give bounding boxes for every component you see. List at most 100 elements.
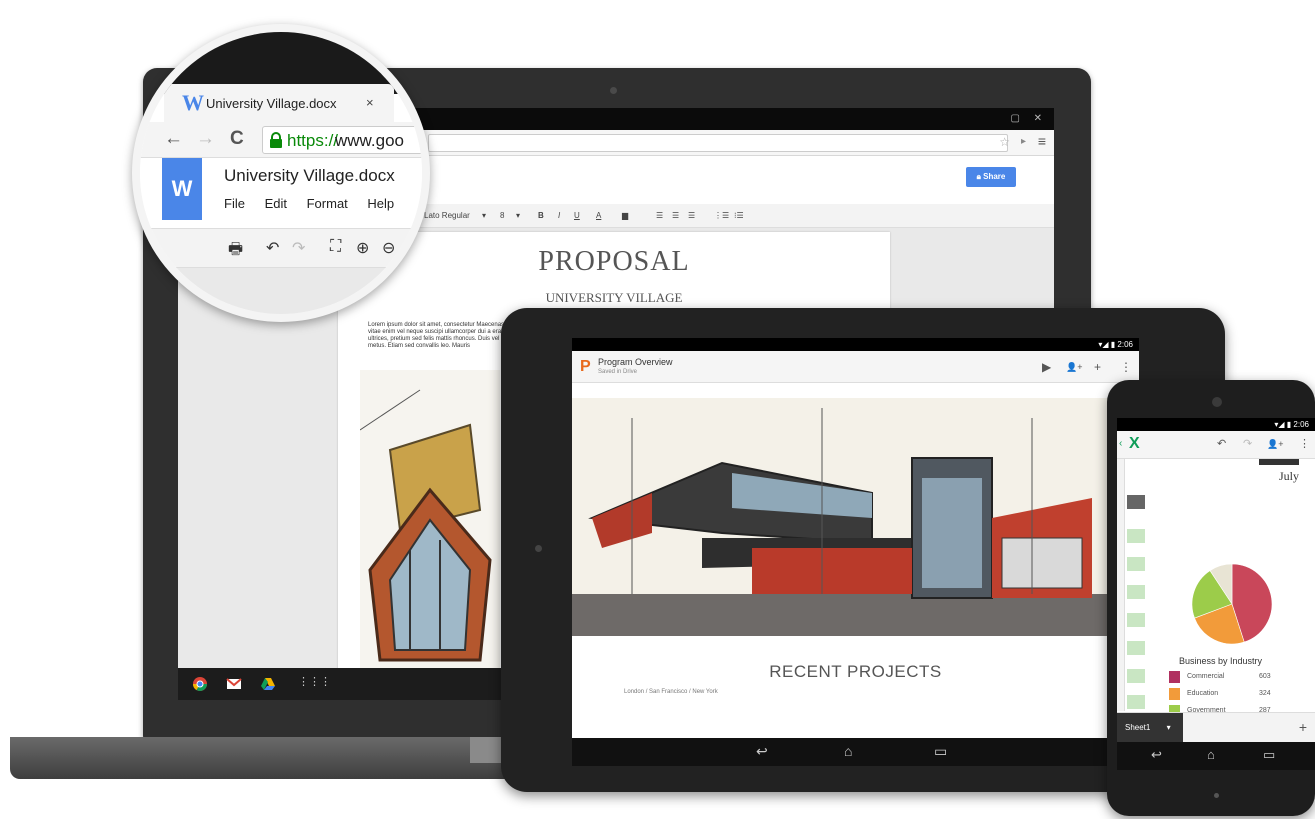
numbered-list-icon[interactable]: ⋮☰ <box>714 211 729 220</box>
zoomed-docs-header: W University Village.docx File Edit Form… <box>140 158 422 228</box>
align-right-icon[interactable]: ☰ <box>688 211 695 220</box>
chrome-icon[interactable] <box>192 676 208 692</box>
undo-icon[interactable]: ↶ <box>266 238 279 258</box>
nav-home-icon[interactable]: ⌂ <box>1207 747 1215 762</box>
sheet-tab-bar: Sheet1 ▾ + <box>1117 712 1315 743</box>
address-bar[interactable] <box>428 134 1008 152</box>
zoom-out-icon[interactable]: ⊖ <box>382 238 395 258</box>
laptop-camera <box>610 87 617 94</box>
italic-button[interactable]: I <box>558 211 560 220</box>
bulleted-list-icon[interactable]: ⁝☰ <box>734 211 744 220</box>
reload-icon[interactable]: C <box>230 128 244 150</box>
font-size-arrow-icon[interactable]: ▾ <box>516 211 520 220</box>
legend-value: 324 <box>1259 690 1271 697</box>
share-button[interactable]: 🔒︎ Share <box>966 167 1016 187</box>
table-cell[interactable] <box>1127 695 1145 709</box>
phone-nav-bar: ↩ ⌂ ▭ <box>1117 742 1315 770</box>
menu-file[interactable]: File <box>224 196 245 211</box>
back-icon[interactable]: ← <box>164 128 183 150</box>
undo-icon[interactable]: ↶ <box>1217 437 1226 450</box>
menu-edit[interactable]: Edit <box>265 196 287 211</box>
sheets-logo-icon[interactable]: X <box>1129 435 1140 453</box>
back-chevron-icon[interactable]: ‹ <box>1119 438 1122 449</box>
font-select[interactable]: Lato Regular <box>424 211 470 220</box>
column-header-july[interactable]: July <box>1279 469 1299 484</box>
slides-logo-icon[interactable]: P <box>580 358 591 376</box>
zoomed-nav-bar: ← → C https:// www.goo <box>140 122 422 158</box>
chart-title: Business by Industry <box>1179 656 1263 666</box>
highlight-color-icon[interactable]: ▆ <box>622 211 628 220</box>
phone-earpiece <box>1212 397 1222 407</box>
redo-icon[interactable]: ↷ <box>292 238 305 258</box>
font-select-arrow-icon[interactable]: ▾ <box>482 211 486 220</box>
gmail-icon[interactable] <box>226 676 242 692</box>
font-size-select[interactable]: 8 <box>500 211 504 220</box>
tab-close-icon[interactable]: × <box>366 95 374 110</box>
print-icon[interactable]: 🖶︎ <box>228 238 243 265</box>
sheet-tab-arrow-icon[interactable]: ▾ <box>1167 723 1171 732</box>
underline-button[interactable]: U <box>574 211 580 220</box>
more-icon[interactable]: ⋮ <box>1120 360 1132 374</box>
share-label: Share <box>983 172 1006 181</box>
tablet-camera <box>535 545 542 552</box>
share-person-icon[interactable]: 👤+ <box>1267 439 1283 450</box>
nav-home-icon[interactable]: ⌂ <box>844 743 852 759</box>
zoomed-canvas <box>140 268 422 314</box>
presentation-title: Program Overview <box>598 357 673 367</box>
tablet-nav-bar: ↩ ⌂ ▭ <box>572 738 1139 766</box>
magnifier-zoom: W University Village.docx × ← → C https:… <box>132 24 430 322</box>
device-showcase: ▢ ✕ ▸ ☆ ≡ 🔒︎ Share Lato Regular ▾ 8 ▾ B … <box>0 0 1315 819</box>
browser-menu-icon[interactable]: ≡ <box>1038 133 1046 149</box>
window-maximize-icon[interactable]: ▢ <box>1011 113 1020 124</box>
drive-icon[interactable] <box>260 676 276 692</box>
table-cell[interactable] <box>1127 529 1145 543</box>
menu-help[interactable]: Help <box>367 196 394 211</box>
table-cell[interactable] <box>1127 613 1145 627</box>
slide-architecture-image[interactable] <box>572 398 1139 636</box>
bookmark-star-icon[interactable]: ☆ <box>999 135 1010 149</box>
save-status: Saved in Drive <box>598 369 638 375</box>
docs-logo-icon[interactable]: W <box>162 158 202 220</box>
add-icon[interactable]: + <box>1094 360 1101 374</box>
table-cell[interactable] <box>1127 557 1145 571</box>
nav-back-icon[interactable]: ↩ <box>1151 747 1162 763</box>
redo-icon[interactable]: ↷ <box>1243 437 1252 450</box>
bold-button[interactable]: B <box>538 211 544 220</box>
table-cell[interactable] <box>1127 585 1145 599</box>
column-header-bar <box>1259 459 1299 465</box>
nav-recents-icon[interactable]: ▭ <box>1263 747 1275 763</box>
legend-label: Education <box>1187 690 1219 697</box>
table-cell[interactable] <box>1127 669 1145 683</box>
forward-icon[interactable]: → <box>196 128 215 150</box>
fit-page-icon[interactable]: ⛶ <box>330 238 341 256</box>
spreadsheet-grid[interactable]: July Business by Industry Commercial 603 E… <box>1117 459 1315 734</box>
zoomed-address-bar[interactable]: https:// www.goo <box>262 126 422 154</box>
pie-chart[interactable] <box>1187 559 1277 649</box>
sheet-tab[interactable]: Sheet1 ▾ <box>1117 713 1183 743</box>
docs-tab-icon: W <box>182 90 204 115</box>
legend-value: 603 <box>1259 673 1271 680</box>
more-icon[interactable]: ⋮ <box>1299 437 1310 450</box>
menu-format[interactable]: Format <box>307 196 348 211</box>
extension-icon[interactable]: ▸ <box>1021 136 1026 147</box>
slide-section: RECENT PROJECTS London / San Francisco /… <box>572 636 1139 716</box>
add-sheet-icon[interactable]: + <box>1299 719 1307 735</box>
url-host: www.goo <box>335 131 404 150</box>
nav-back-icon[interactable]: ↩ <box>756 743 768 760</box>
app-launcher-icon[interactable]: ⋮⋮⋮ <box>298 675 331 691</box>
add-person-icon[interactable]: 👤+ <box>1066 362 1082 373</box>
zoom-in-icon[interactable]: ⊕ <box>356 238 369 258</box>
nav-recents-icon[interactable]: ▭ <box>934 743 947 760</box>
window-close-icon[interactable]: ✕ <box>1034 113 1042 124</box>
align-center-icon[interactable]: ☰ <box>672 211 679 220</box>
url-scheme: https:// <box>287 131 339 150</box>
doc-name[interactable]: University Village.docx <box>224 166 395 186</box>
selected-cell[interactable] <box>1127 495 1145 509</box>
document-body-text: Lorem ipsum dolor sit amet, consectetur … <box>368 322 511 349</box>
table-cell[interactable] <box>1127 641 1145 655</box>
legend-swatch <box>1169 671 1180 683</box>
phone-screen: ▾◢ ▮ 2:06 ‹ X ↶ ↷ 👤+ ⋮ July Business by … <box>1117 418 1315 770</box>
present-icon[interactable]: ▶ <box>1042 360 1051 374</box>
text-color-button[interactable]: A <box>596 211 601 220</box>
align-left-icon[interactable]: ☰ <box>656 211 663 220</box>
